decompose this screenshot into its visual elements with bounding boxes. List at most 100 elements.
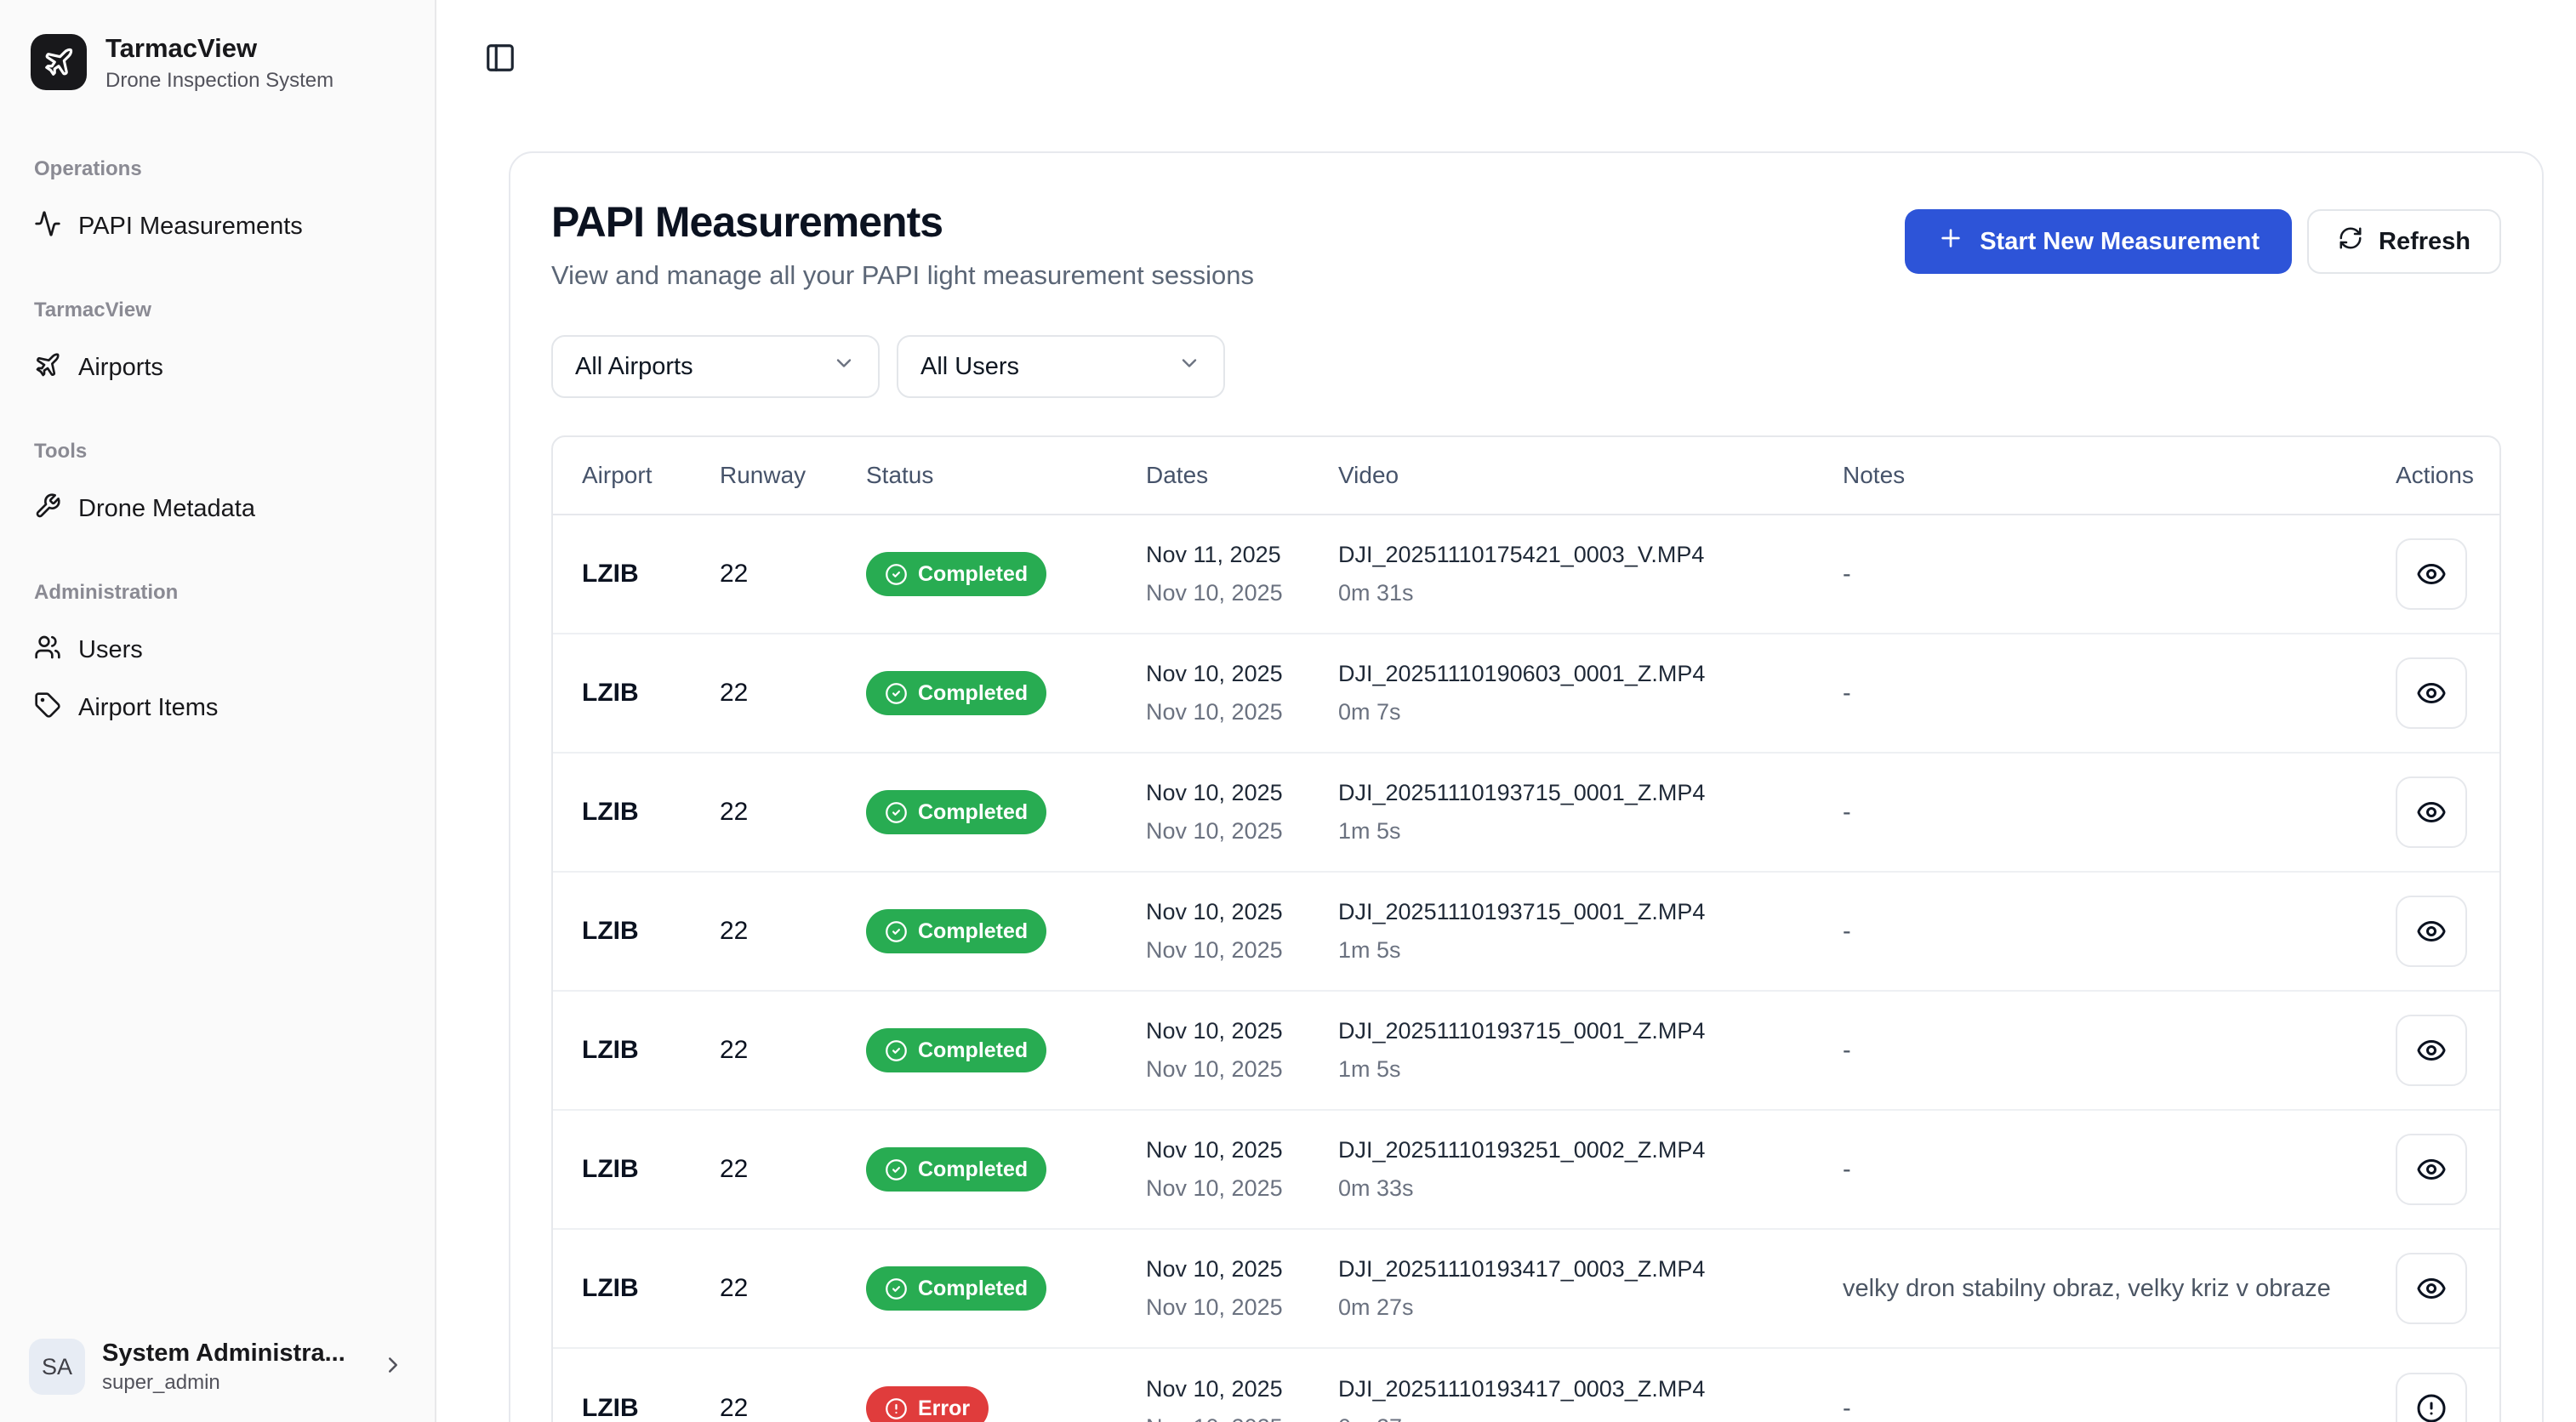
airport-cell: LZIB <box>582 1155 720 1184</box>
page-title: PAPI Measurements <box>551 197 1254 247</box>
runway-cell: 22 <box>720 560 866 589</box>
plane-logo-icon <box>31 34 87 90</box>
avatar: SA <box>29 1339 85 1395</box>
status-cell: Completed <box>866 671 1146 715</box>
date-secondary: Nov 10, 2025 <box>1146 818 1338 845</box>
view-measurement-button[interactable] <box>2396 896 2467 967</box>
date-primary: Nov 10, 2025 <box>1146 1256 1338 1283</box>
refresh-icon <box>2338 225 2363 258</box>
airport-filter-value: All Airports <box>575 353 693 381</box>
date-secondary: Nov 10, 2025 <box>1146 1056 1338 1083</box>
measurement-row: LZIB 22 Completed Nov 10, 2025 Nov 10, 2… <box>553 634 2499 754</box>
eye-icon <box>2416 678 2447 708</box>
view-measurement-button[interactable] <box>2396 1373 2467 1422</box>
video-duration: 1m 5s <box>1338 1056 1843 1083</box>
check-circle-icon <box>885 1158 908 1181</box>
alert-circle-icon <box>2416 1393 2447 1422</box>
check-circle-icon <box>885 1039 908 1062</box>
col-header-actions: Actions <box>2396 462 2474 489</box>
view-measurement-button[interactable] <box>2396 657 2467 729</box>
actions-cell <box>2396 1253 2467 1324</box>
col-header-notes: Notes <box>1843 462 2396 489</box>
date-primary: Nov 11, 2025 <box>1146 542 1338 568</box>
sidebar-item-label: PAPI Measurements <box>78 213 303 241</box>
video-cell: DJI_20251110193715_0001_Z.MP4 1m 5s <box>1338 780 1843 845</box>
video-cell: DJI_20251110193715_0001_Z.MP4 1m 5s <box>1338 1018 1843 1083</box>
video-cell: DJI_20251110193251_0002_Z.MP4 0m 33s <box>1338 1137 1843 1202</box>
notes-cell: - <box>1843 799 2396 827</box>
video-cell: DJI_20251110193715_0001_Z.MP4 1m 5s <box>1338 899 1843 964</box>
measurement-row: LZIB 22 Completed Nov 10, 2025 Nov 10, 2… <box>553 754 2499 873</box>
measurement-row: LZIB 22 Completed Nov 11, 2025 Nov 10, 2… <box>553 515 2499 634</box>
start-new-measurement-button[interactable]: Start New Measurement <box>1905 209 2292 274</box>
col-header-dates: Dates <box>1146 462 1338 489</box>
sidebar-item-users[interactable]: Users <box>20 622 414 680</box>
status-cell: Completed <box>866 1266 1146 1311</box>
panel-left-icon <box>484 42 516 78</box>
dates-cell: Nov 10, 2025 Nov 10, 2025 <box>1146 899 1338 964</box>
tag-icon <box>34 691 61 725</box>
sidebar-item-airports[interactable]: Airports <box>20 339 414 397</box>
section-label-administration: Administration <box>20 581 414 605</box>
status-label: Completed <box>918 681 1028 706</box>
status-cell: Completed <box>866 790 1146 834</box>
measurement-row: LZIB 22 Completed Nov 10, 2025 Nov 10, 2… <box>553 992 2499 1111</box>
view-measurement-button[interactable] <box>2396 538 2467 610</box>
measurement-row: LZIB 22 Completed Nov 10, 2025 Nov 10, 2… <box>553 1230 2499 1349</box>
date-primary: Nov 10, 2025 <box>1146 661 1338 687</box>
view-measurement-button[interactable] <box>2396 776 2467 848</box>
dates-cell: Nov 10, 2025 Nov 10, 2025 <box>1146 1256 1338 1321</box>
status-badge: Completed <box>866 909 1046 953</box>
status-label: Completed <box>918 562 1028 587</box>
status-badge: Error <box>866 1386 989 1422</box>
notes-cell: - <box>1843 560 2396 589</box>
refresh-button-label: Refresh <box>2379 228 2471 256</box>
start-button-label: Start New Measurement <box>1980 228 2260 256</box>
sidebar-item-papi-measurements[interactable]: PAPI Measurements <box>20 198 414 256</box>
sidebar-item-label: Users <box>78 636 143 664</box>
airport-filter-select[interactable]: All Airports <box>551 335 880 398</box>
measurements-table: Airport Runway Status Dates Video Notes … <box>551 435 2501 1422</box>
activity-icon <box>34 210 61 244</box>
refresh-button[interactable]: Refresh <box>2307 209 2501 274</box>
plus-icon <box>1937 225 1964 259</box>
view-measurement-button[interactable] <box>2396 1134 2467 1205</box>
view-measurement-button[interactable] <box>2396 1015 2467 1086</box>
status-label: Completed <box>918 1038 1028 1063</box>
dates-cell: Nov 11, 2025 Nov 10, 2025 <box>1146 542 1338 606</box>
status-cell: Completed <box>866 1028 1146 1072</box>
runway-cell: 22 <box>720 917 866 946</box>
status-badge: Completed <box>866 1266 1046 1311</box>
dates-cell: Nov 10, 2025 Nov 10, 2025 <box>1146 780 1338 845</box>
sidebar: TarmacView Drone Inspection System Opera… <box>0 0 436 1422</box>
view-measurement-button[interactable] <box>2396 1253 2467 1324</box>
user-filter-select[interactable]: All Users <box>897 335 1225 398</box>
runway-cell: 22 <box>720 1394 866 1422</box>
actions-cell <box>2396 1015 2467 1086</box>
user-menu[interactable]: SA System Administra... super_admin <box>20 1328 414 1405</box>
page-subtitle: View and manage all your PAPI light meas… <box>551 260 1254 291</box>
status-cell: Completed <box>866 909 1146 953</box>
eye-icon <box>2416 1154 2447 1185</box>
video-duration: 0m 27s <box>1338 1294 1843 1321</box>
sidebar-toggle-button[interactable] <box>476 36 524 83</box>
col-header-runway: Runway <box>720 462 866 489</box>
sidebar-item-airport-items[interactable]: Airport Items <box>20 680 414 737</box>
airport-cell: LZIB <box>582 679 720 708</box>
video-filename: DJI_20251110190603_0001_Z.MP4 <box>1338 661 1843 687</box>
chevron-down-icon <box>1177 351 1201 382</box>
video-filename: DJI_20251110193417_0003_Z.MP4 <box>1338 1376 1843 1402</box>
status-badge: Completed <box>866 552 1046 596</box>
section-label-tools: Tools <box>20 440 414 464</box>
date-secondary: Nov 10, 2025 <box>1146 1414 1338 1422</box>
runway-cell: 22 <box>720 1036 866 1065</box>
video-cell: DJI_20251110193417_0003_Z.MP4 0m 27s <box>1338 1376 1843 1422</box>
date-secondary: Nov 10, 2025 <box>1146 1294 1338 1321</box>
status-label: Completed <box>918 1277 1028 1301</box>
sidebar-item-drone-metadata[interactable]: Drone Metadata <box>20 481 414 538</box>
date-primary: Nov 10, 2025 <box>1146 1137 1338 1163</box>
video-filename: DJI_20251110193417_0003_Z.MP4 <box>1338 1256 1843 1283</box>
airport-cell: LZIB <box>582 1036 720 1065</box>
video-duration: 0m 7s <box>1338 699 1843 725</box>
dates-cell: Nov 10, 2025 Nov 10, 2025 <box>1146 661 1338 725</box>
